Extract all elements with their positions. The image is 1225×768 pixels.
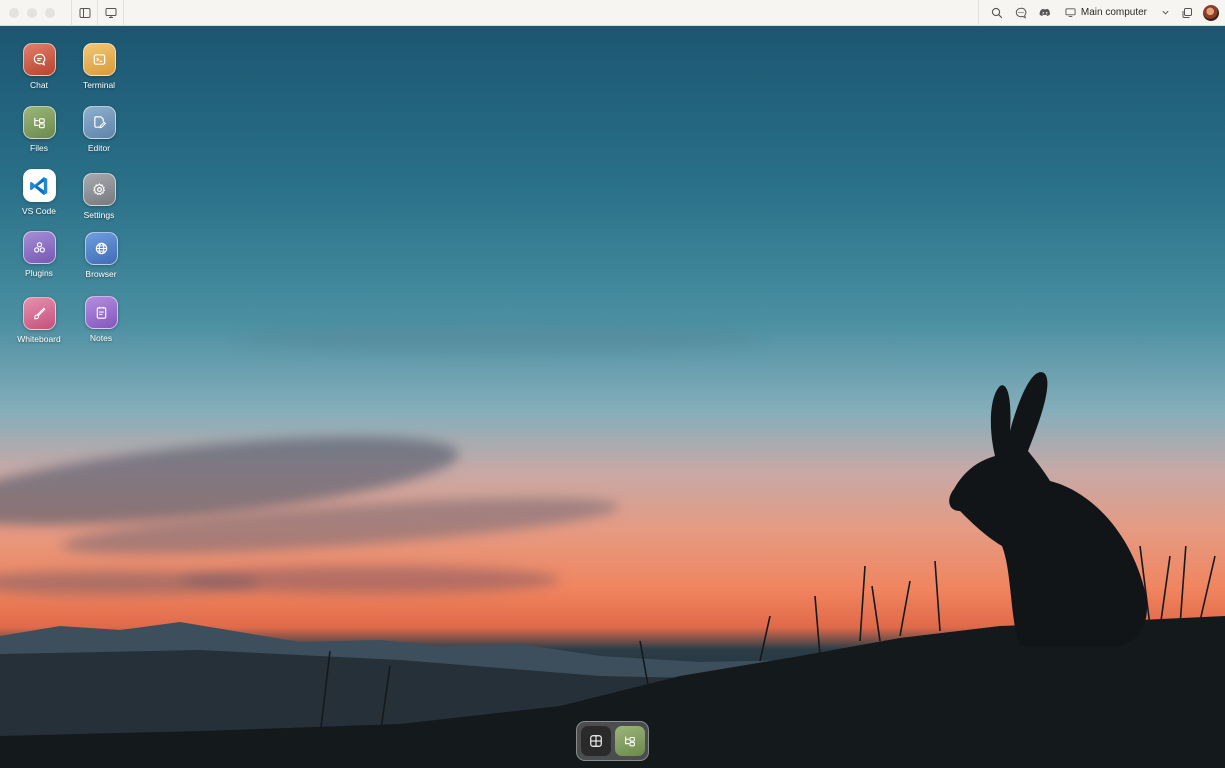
editor-app-icon: [82, 106, 116, 139]
sidebar-toggle-button[interactable]: [72, 0, 98, 26]
settings-app-icon: [82, 173, 116, 206]
plugins-app-icon: [22, 231, 56, 264]
machine-selector[interactable]: Main computer: [1057, 0, 1155, 26]
vscode-app-icon: [22, 169, 56, 202]
dock: [576, 721, 649, 761]
desktop-icon-label: Plugins: [25, 268, 53, 278]
desktop-icon-settings[interactable]: Settings: [69, 173, 129, 220]
terminal-icon: [93, 54, 105, 65]
minimize-window-button[interactable]: [27, 7, 37, 18]
brush-icon: [33, 307, 45, 320]
terminal-app-icon: [82, 43, 116, 76]
machine-dropdown-toggle[interactable]: [1155, 8, 1175, 17]
discord-button[interactable]: [1033, 0, 1057, 26]
desktop-wallpaper: [0, 26, 1225, 768]
app-grid-icon: [589, 735, 602, 747]
desktop-icon-label: Settings: [83, 210, 115, 220]
gear-icon: [92, 183, 105, 196]
chat-button[interactable]: [1009, 0, 1033, 26]
monitor-icon: [1065, 8, 1076, 17]
desktop-icon-plugins[interactable]: Plugins: [9, 231, 69, 278]
desktop-icon-label: Notes: [89, 333, 113, 343]
desktop-icon-chat[interactable]: Chat: [9, 43, 69, 90]
desktop-icon-files[interactable]: Files: [9, 106, 69, 153]
dock-item-app-grid[interactable]: [580, 726, 611, 756]
notes-app-icon: [84, 296, 118, 329]
chat-bubble-icon: [1015, 7, 1027, 18]
desktop-icon-label: Terminal: [82, 80, 116, 90]
close-window-button[interactable]: [9, 7, 19, 18]
chevron-down-icon: [1161, 10, 1169, 15]
desktop-icon-label: Chat: [30, 80, 48, 90]
edit-file-icon: [93, 116, 106, 129]
desktop-icon-vscode[interactable]: VS Code: [9, 169, 69, 216]
machine-label: Main computer: [1080, 7, 1147, 18]
desktop-icon-whiteboard[interactable]: Whiteboard: [9, 297, 69, 344]
discord-icon: [1039, 8, 1050, 16]
folder-tree-icon: [33, 117, 45, 129]
globe-icon: [95, 242, 107, 255]
search-icon: [991, 7, 1003, 18]
desktop-icon-terminal[interactable]: Terminal: [69, 43, 129, 90]
desktop-icon-label: Files: [30, 143, 48, 153]
files-icon: [624, 736, 635, 747]
display-button[interactable]: [98, 0, 124, 26]
desktop-icon-label: Browser: [85, 269, 117, 279]
topbar-right: Main computer: [977, 0, 1225, 26]
window-copy-button[interactable]: [1175, 0, 1199, 26]
user-avatar[interactable]: [1203, 4, 1219, 21]
search-button[interactable]: [985, 0, 1009, 26]
display-icon: [105, 7, 116, 18]
traffic-lights: [0, 0, 72, 26]
desktop-icon-label: VS Code: [21, 206, 57, 216]
files-app-icon: [22, 106, 56, 139]
desktop-icon-notes[interactable]: Notes: [71, 296, 131, 343]
desktop-icon-label: Whiteboard: [17, 334, 61, 344]
vscode-icon: [30, 176, 48, 195]
plugins-icon: [33, 242, 45, 253]
desktop-icon-editor[interactable]: Editor: [69, 106, 129, 153]
desktop-icon-browser[interactable]: Browser: [71, 232, 131, 279]
browser-app-icon: [84, 232, 118, 265]
dock-item-files[interactable]: [614, 726, 645, 756]
rabbit-silhouette: [949, 372, 1148, 646]
sidebar-toggle-icon: [79, 7, 90, 18]
whiteboard-app-icon: [22, 297, 56, 330]
copy-window-icon: [1182, 7, 1192, 18]
maximize-window-button[interactable]: [45, 7, 55, 18]
chat-icon: [33, 53, 45, 66]
chat-app-icon: [22, 43, 56, 76]
window-titlebar: Main computer: [0, 0, 1225, 26]
notes-icon: [96, 306, 106, 319]
desktop-icon-label: Editor: [87, 143, 111, 153]
